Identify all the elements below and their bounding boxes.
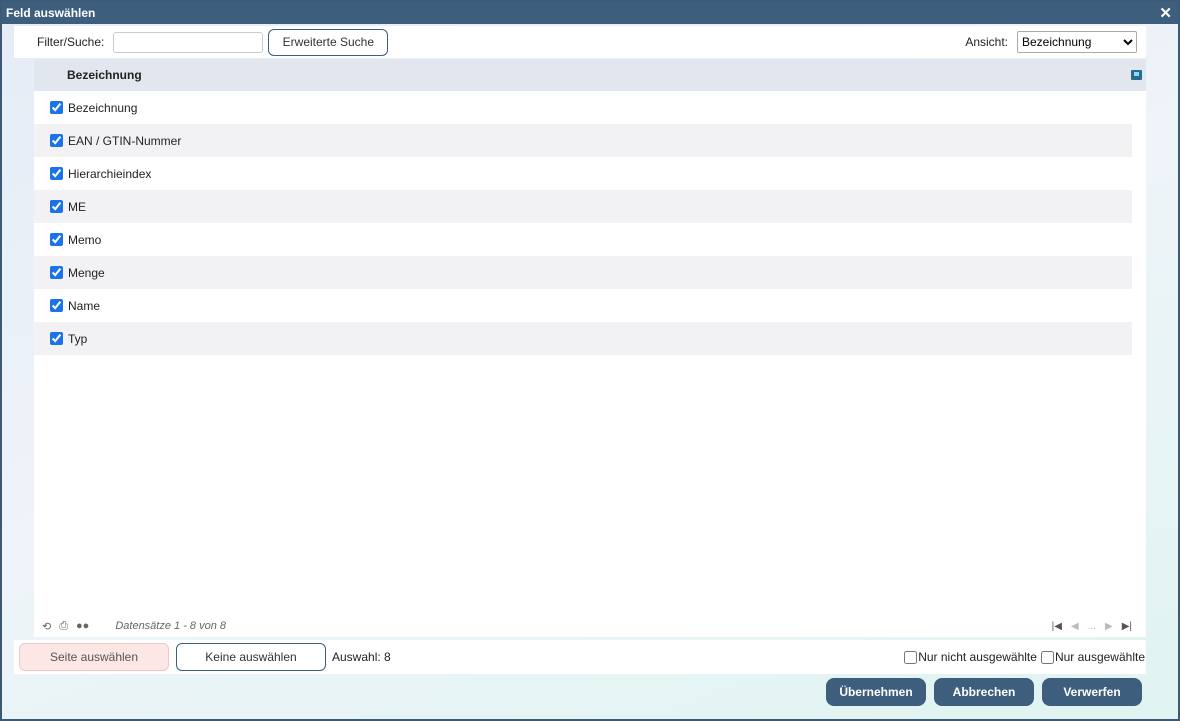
table-row[interactable]: Memo — [34, 223, 1132, 256]
pager-ellipsis: ... — [1087, 620, 1096, 632]
row-label: Bezeichnung — [68, 100, 138, 115]
first-page-icon[interactable]: |◀ — [1052, 621, 1062, 632]
only-selected-option[interactable]: Nur ausgewählte — [1040, 650, 1145, 664]
selection-count: Auswahl: 8 — [332, 650, 391, 664]
grid-footer: ⟲ ⎙ ●● Datensätze 1 - 8 von 8 |◀ ◀ ... ▶… — [34, 615, 1146, 637]
row-checkbox[interactable] — [50, 200, 63, 213]
select-page-button[interactable]: Seite auswählen — [19, 643, 169, 671]
filter-label: Filter/Suche: — [37, 35, 105, 49]
row-checkbox[interactable] — [50, 266, 63, 279]
table-row[interactable]: Name — [34, 289, 1132, 322]
row-label: Menge — [68, 265, 105, 280]
row-checkbox[interactable] — [50, 233, 63, 246]
column-chooser-icon[interactable] — [1131, 70, 1142, 80]
records-count: Datensätze 1 - 8 von 8 — [115, 620, 227, 632]
discard-button[interactable]: Verwerfen — [1042, 678, 1142, 706]
grid-rows: Bezeichnung EAN / GTIN-Nummer Hierarchiein… — [34, 91, 1132, 355]
table-row[interactable]: Menge — [34, 256, 1132, 289]
close-icon[interactable]: ✕ — [1159, 6, 1174, 21]
last-page-icon[interactable]: ▶| — [1122, 621, 1132, 632]
row-checkbox[interactable] — [50, 332, 63, 345]
view-label: Ansicht: — [965, 35, 1008, 49]
titlebar: Feld auswählen ✕ — [2, 2, 1178, 24]
dialog-window: Feld auswählen ✕ Filter/Suche: Erweitert… — [0, 0, 1180, 721]
prev-page-icon[interactable]: ◀ — [1071, 621, 1079, 632]
only-selected-checkbox[interactable] — [1040, 650, 1054, 664]
row-label: ME — [68, 199, 86, 214]
row-checkbox[interactable] — [50, 167, 63, 180]
dialog-actions: Übernehmen Abbrechen Verwerfen — [826, 678, 1142, 706]
row-checkbox[interactable] — [50, 299, 63, 312]
advanced-search-button[interactable]: Erweiterte Suche — [268, 28, 389, 56]
filter-checkboxes: Nur nicht ausgewählte Nur ausgewählte — [904, 650, 1146, 664]
row-label: EAN / GTIN-Nummer — [68, 133, 182, 148]
row-checkbox[interactable] — [50, 101, 63, 114]
only-unselected-label: Nur nicht ausgewählte — [918, 650, 1037, 664]
row-checkbox[interactable] — [50, 134, 63, 147]
row-label: Hierarchieindex — [68, 166, 152, 181]
field-grid: Bezeichnung Bezeichnung EAN / GTIN-Nummer… — [34, 59, 1146, 637]
grid-header: Bezeichnung — [34, 59, 1146, 91]
row-label: Typ — [68, 331, 88, 346]
view-group: Ansicht: Bezeichnung — [965, 31, 1137, 53]
row-label: Memo — [68, 232, 102, 247]
row-label: Name — [68, 298, 101, 313]
only-unselected-option[interactable]: Nur nicht ausgewählte — [904, 650, 1037, 664]
selection-bar: Seite auswählen Keine auswählen Auswahl:… — [14, 640, 1146, 674]
cancel-button[interactable]: Abbrechen — [934, 678, 1034, 706]
apply-button[interactable]: Übernehmen — [826, 678, 926, 706]
print-icon[interactable]: ⎙ — [59, 620, 68, 633]
only-selected-label: Nur ausgewählte — [1054, 650, 1145, 664]
view-select[interactable]: Bezeichnung — [1017, 31, 1137, 53]
dialog-title: Feld auswählen — [6, 6, 96, 20]
refresh-icon[interactable]: ⟲ — [42, 620, 51, 633]
table-row[interactable]: Typ — [34, 322, 1132, 355]
only-unselected-checkbox[interactable] — [904, 650, 918, 664]
table-row[interactable]: Hierarchieindex — [34, 157, 1132, 190]
table-row[interactable]: Bezeichnung — [34, 91, 1132, 124]
pager: |◀ ◀ ... ▶ ▶| — [1052, 621, 1132, 632]
table-row[interactable]: EAN / GTIN-Nummer — [34, 124, 1132, 157]
table-row[interactable]: ME — [34, 190, 1132, 223]
options-icon[interactable]: ●● — [76, 620, 89, 632]
column-header-bezeichnung[interactable]: Bezeichnung — [67, 68, 142, 82]
next-page-icon[interactable]: ▶ — [1105, 621, 1113, 632]
select-none-button[interactable]: Keine auswählen — [176, 643, 326, 671]
filter-toolbar: Filter/Suche: Erweiterte Suche Ansicht: … — [14, 26, 1146, 58]
search-input[interactable] — [113, 31, 264, 53]
